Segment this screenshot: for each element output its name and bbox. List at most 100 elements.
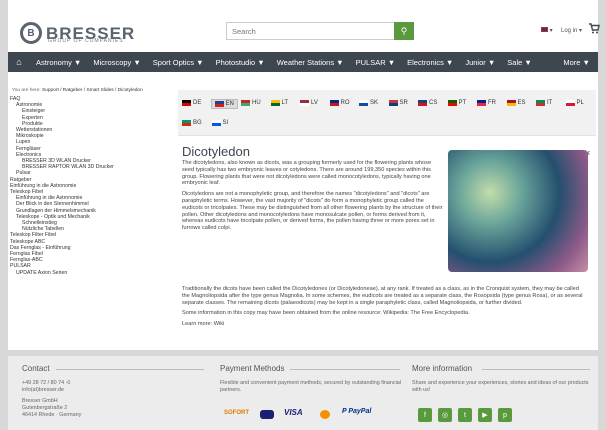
footer-more-title: More information	[412, 364, 473, 373]
flag-label: FR	[488, 100, 496, 106]
uk-flag-icon	[541, 27, 548, 32]
language-flag-lt[interactable]: LT	[270, 100, 289, 106]
search-icon: ⚲	[400, 25, 408, 36]
language-flag-cs[interactable]: CS	[418, 100, 437, 106]
sidebar-link[interactable]: UPDATE Axion Serien	[8, 270, 173, 276]
nav-item[interactable]: PULSAR ▼	[350, 58, 402, 67]
nav-item[interactable]: Astronomy ▼	[30, 58, 87, 67]
flag-label: DE	[193, 100, 202, 106]
pinterest-icon[interactable]: p	[498, 408, 512, 422]
logo-ring-icon: B	[20, 22, 42, 44]
flag-label: PL	[576, 100, 584, 106]
language-flag-pl[interactable]: PL	[565, 100, 584, 106]
main-navigation: ⌂ Astronomy ▼ Microscopy ▼ Sport Optics ▼ P…	[8, 52, 598, 72]
flag-label: LT	[281, 100, 289, 106]
sidebar-tree: FAQ Astronomie Einsteiger Experten Produkte W…	[8, 96, 173, 276]
flag-icon	[477, 100, 486, 106]
flag-label: SR	[399, 100, 408, 106]
address-line: Bresser GmbH	[22, 398, 58, 404]
nav-item[interactable]: Photostudio ▼	[210, 58, 271, 67]
language-flag-sr[interactable]: SR	[388, 100, 408, 106]
nav-item[interactable]: Sport Optics ▼	[147, 58, 210, 67]
divider	[56, 369, 204, 370]
search-button[interactable]: ⚲	[394, 22, 414, 40]
address-line: 46414 Rhede · Germany	[22, 412, 82, 418]
flag-label: SI	[222, 120, 229, 126]
flag-label: IT	[547, 100, 553, 106]
article-text: The dicotyledons, also known as dicots, …	[182, 160, 444, 236]
language-flag-it[interactable]: IT	[536, 100, 552, 106]
mastercard-logo	[260, 410, 274, 419]
maestro-logo	[320, 410, 330, 419]
nav-item[interactable]: Weather Stations ▼	[271, 58, 350, 67]
language-selector[interactable]: ▾	[541, 27, 553, 34]
language-flag-bg[interactable]: BG	[182, 120, 202, 126]
login-link[interactable]: Log in ▾	[561, 27, 582, 34]
more-text: Share and experience your experiences, s…	[412, 380, 589, 393]
flag-label: LV	[311, 100, 318, 106]
flag-icon	[182, 120, 191, 126]
flag-label: PT	[458, 100, 467, 106]
article-paragraph: Dicotyledons are not a monophyletic grou…	[182, 191, 443, 232]
nav-item[interactable]: Junior ▼	[459, 58, 501, 67]
twitter-icon[interactable]: t	[458, 408, 472, 422]
logo-subtitle: GROUP OF COMPANIES	[48, 38, 124, 44]
search-input[interactable]	[226, 22, 394, 40]
nav-item[interactable]: Microscopy ▼	[87, 58, 146, 67]
microscope-image	[448, 150, 588, 272]
learn-more-link[interactable]: Learn more: Wiki	[182, 321, 587, 328]
divider	[482, 369, 590, 370]
article-paragraph: Traditionally the dicots have been calle…	[182, 286, 583, 306]
language-flag-pt[interactable]: PT	[447, 100, 467, 106]
flag-icon	[241, 100, 250, 106]
cart-icon[interactable]	[588, 22, 600, 34]
visa-logo: VISA	[284, 408, 303, 417]
flag-label: CS	[429, 100, 438, 106]
article-paragraph: The dicotyledons, also known as dicots, …	[182, 160, 432, 187]
flag-label: ES	[517, 100, 526, 106]
nav-more[interactable]: More ▼	[563, 58, 598, 67]
flag-label: SK	[370, 100, 379, 106]
language-flag-hu[interactable]: HU	[241, 100, 261, 106]
facebook-icon[interactable]: f	[418, 408, 432, 422]
nav-item[interactable]: Electronics ▼	[401, 58, 459, 67]
contact-phone: +49 28 72 / 80 74 -0	[22, 380, 71, 386]
language-flag-ro[interactable]: RO	[329, 100, 350, 106]
article-source: Some information in this copy may have b…	[182, 310, 470, 317]
breadcrumb-prefix: You are here:	[12, 88, 41, 93]
flag-icon	[388, 100, 398, 106]
flag-icon	[359, 100, 368, 106]
breadcrumb: You are here: Support / Ratgeber / Smart…	[12, 88, 143, 93]
language-flag-de[interactable]: DE	[182, 100, 201, 106]
youtube-icon[interactable]: ▶	[478, 408, 492, 422]
flag-label: HU	[252, 100, 261, 106]
language-flag-sk[interactable]: SK	[359, 100, 378, 106]
contact-email[interactable]: info(at)bresser.de	[22, 387, 64, 394]
flag-label: BG	[193, 120, 202, 126]
flag-icon	[329, 100, 339, 106]
language-flag-fr[interactable]: FR	[477, 100, 496, 106]
flag-icon	[214, 101, 224, 107]
flag-icon	[565, 100, 575, 106]
flag-icon	[211, 120, 221, 126]
flag-label: RO	[340, 100, 350, 106]
home-icon[interactable]: ⌂	[8, 57, 30, 67]
content-area: You are here: Support / Ratgeber / Smart…	[8, 80, 598, 350]
flag-icon	[182, 100, 191, 106]
instagram-icon[interactable]: ◎	[438, 408, 452, 422]
language-flags: DE EN HU LT LV RO SK SR CS PT FR ES IT PL BG SI	[178, 90, 596, 136]
breadcrumb-path[interactable]: Support / Ratgeber / Smart Slides / Dico…	[42, 88, 143, 93]
language-flag-si[interactable]: SI	[211, 120, 229, 126]
smart-slide-panel: DE EN HU LT LV RO SK SR CS PT FR ES IT PL BG SI Dicotyl…	[178, 90, 596, 335]
flag-label: EN	[225, 101, 234, 107]
flag-icon	[506, 100, 516, 106]
nav-item[interactable]: Sale ▼	[501, 58, 538, 67]
sofort-logo: SOFORT	[224, 410, 249, 416]
logo[interactable]: B BRESSER GROUP OF COMPANIES	[20, 22, 135, 44]
language-flag-lv[interactable]: LV	[300, 100, 318, 106]
language-flag-es[interactable]: ES	[506, 100, 526, 106]
flag-icon	[418, 100, 427, 106]
payment-text: Flexible and convenient payment methods,…	[220, 380, 401, 393]
language-flag-en[interactable]: EN	[210, 99, 238, 109]
flag-icon	[270, 100, 280, 106]
